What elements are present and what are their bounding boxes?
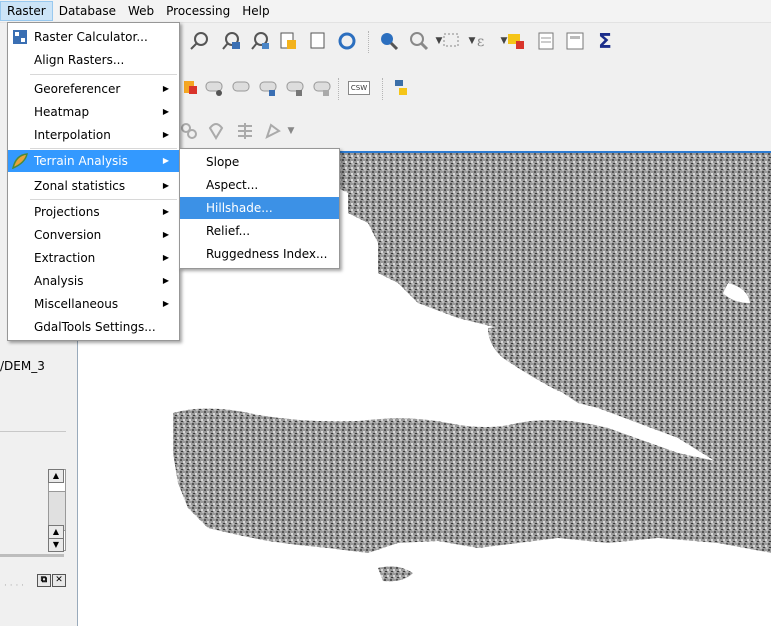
menu-item-raster-calculator[interactable]: Raster Calculator... [8,26,179,48]
terrain-analysis-submenu: Slope Aspect... Hillshade... Relief... R… [179,148,340,269]
terrain-islet [378,566,413,582]
statistics-sigma-icon[interactable]: Σ [594,29,616,53]
python-console-icon[interactable] [390,77,412,99]
menu-separator [30,199,177,200]
svg-text:ε: ε [477,34,484,50]
grip-dots: · · · · [4,581,25,591]
toolbar-separator [368,31,371,53]
csw-icon[interactable]: CSW [346,77,372,99]
panel-splitter[interactable] [0,554,64,557]
menu-item-aspect[interactable]: Aspect... [180,174,339,196]
menu-item-ruggedness-index[interactable]: Ruggedness Index... [180,243,339,265]
pan-map-icon[interactable] [188,30,210,52]
menu-item-terrain-analysis[interactable]: Terrain Analysis ▶ [8,150,179,172]
submenu-arrow-icon: ▶ [162,253,169,262]
submenu-arrow-icon: ▶ [162,207,169,216]
menu-item-extraction[interactable]: Extraction ▶ [8,247,179,269]
submenu-arrow-icon: ▶ [162,130,169,139]
submenu-arrow-icon: ▶ [162,84,169,93]
menu-item-slope[interactable]: Slope [180,151,339,173]
menu-processing[interactable]: Processing [160,1,236,21]
digitize-icon[interactable] [178,120,200,142]
menu-database[interactable]: Database [53,1,122,21]
zoom-layer-icon[interactable] [220,30,242,52]
deselect-icon[interactable] [505,30,527,52]
submenu-arrow-icon: ▶ [162,107,169,116]
raster-menu: Raster Calculator... Align Rasters... Ge… [7,22,180,341]
menu-item-projections[interactable]: Projections ▶ [8,201,179,223]
label-pin-icon[interactable] [204,77,226,99]
toolbar-separator [338,78,341,100]
float-panel-icon[interactable]: ⧉ [37,574,51,587]
zoom-last-icon[interactable] [277,30,299,52]
menu-item-zonal-statistics[interactable]: Zonal statistics ▶ [8,175,179,197]
menubar: Raster Database Web Processing Help [0,0,771,23]
csw-label: CSW [347,81,371,95]
select-features-icon[interactable] [408,30,430,52]
menu-item-relief[interactable]: Relief... [180,220,339,242]
menu-item-gdaltools-settings[interactable]: GdalTools Settings... [8,316,179,338]
close-icon[interactable]: ✕ [52,574,66,587]
calculator-icon [12,29,28,45]
menu-item-georeferencer[interactable]: Georeferencer ▶ [8,78,179,100]
menu-item-hillshade[interactable]: Hillshade... [180,197,339,219]
scroll-up-icon[interactable]: ▲ [48,525,64,539]
zoom-next-icon[interactable] [307,30,329,52]
label-rotate-icon[interactable] [285,77,307,99]
attribute-table-icon[interactable] [535,30,557,52]
field-calculator-icon[interactable] [564,30,586,52]
label-move-icon[interactable] [258,77,280,99]
menu-item-miscellaneous[interactable]: Miscellaneous ▶ [8,293,179,315]
menu-separator [30,148,177,149]
zoom-selection-icon[interactable] [249,30,271,52]
submenu-arrow-icon: ▶ [162,299,169,308]
select-rectangle-icon[interactable] [441,30,463,52]
label-toolbar-icon[interactable] [180,77,202,99]
scroll-up-icon[interactable]: ▲ [48,469,64,483]
label-show-icon[interactable] [231,77,253,99]
node-tool-icon[interactable] [206,120,228,142]
menu-item-interpolation[interactable]: Interpolation ▶ [8,124,179,146]
menu-item-align-rasters[interactable]: Align Rasters... [8,49,179,71]
submenu-arrow-icon: ▶ [162,156,169,165]
refresh-icon[interactable] [336,30,358,52]
chevron-down-icon[interactable]: ▼ [280,120,302,142]
label-change-icon[interactable] [312,77,334,99]
menu-help[interactable]: Help [236,1,275,21]
toolbar-separator [382,78,385,100]
submenu-arrow-icon: ▶ [162,230,169,239]
menu-raster[interactable]: Raster [0,1,53,21]
layer-label[interactable]: /DEM_3 [0,359,45,373]
submenu-arrow-icon: ▶ [162,181,169,190]
scroll-down-icon[interactable]: ▼ [48,538,64,552]
menu-item-analysis[interactable]: Analysis ▶ [8,270,179,292]
menu-item-heatmap[interactable]: Heatmap ▶ [8,101,179,123]
terrain-analysis-icon [11,153,28,170]
submenu-arrow-icon: ▶ [162,276,169,285]
identify-icon[interactable] [378,30,400,52]
menu-web[interactable]: Web [122,1,160,21]
menu-item-conversion[interactable]: Conversion ▶ [8,224,179,246]
simplify-icon[interactable] [234,120,256,142]
menu-separator [30,74,177,75]
